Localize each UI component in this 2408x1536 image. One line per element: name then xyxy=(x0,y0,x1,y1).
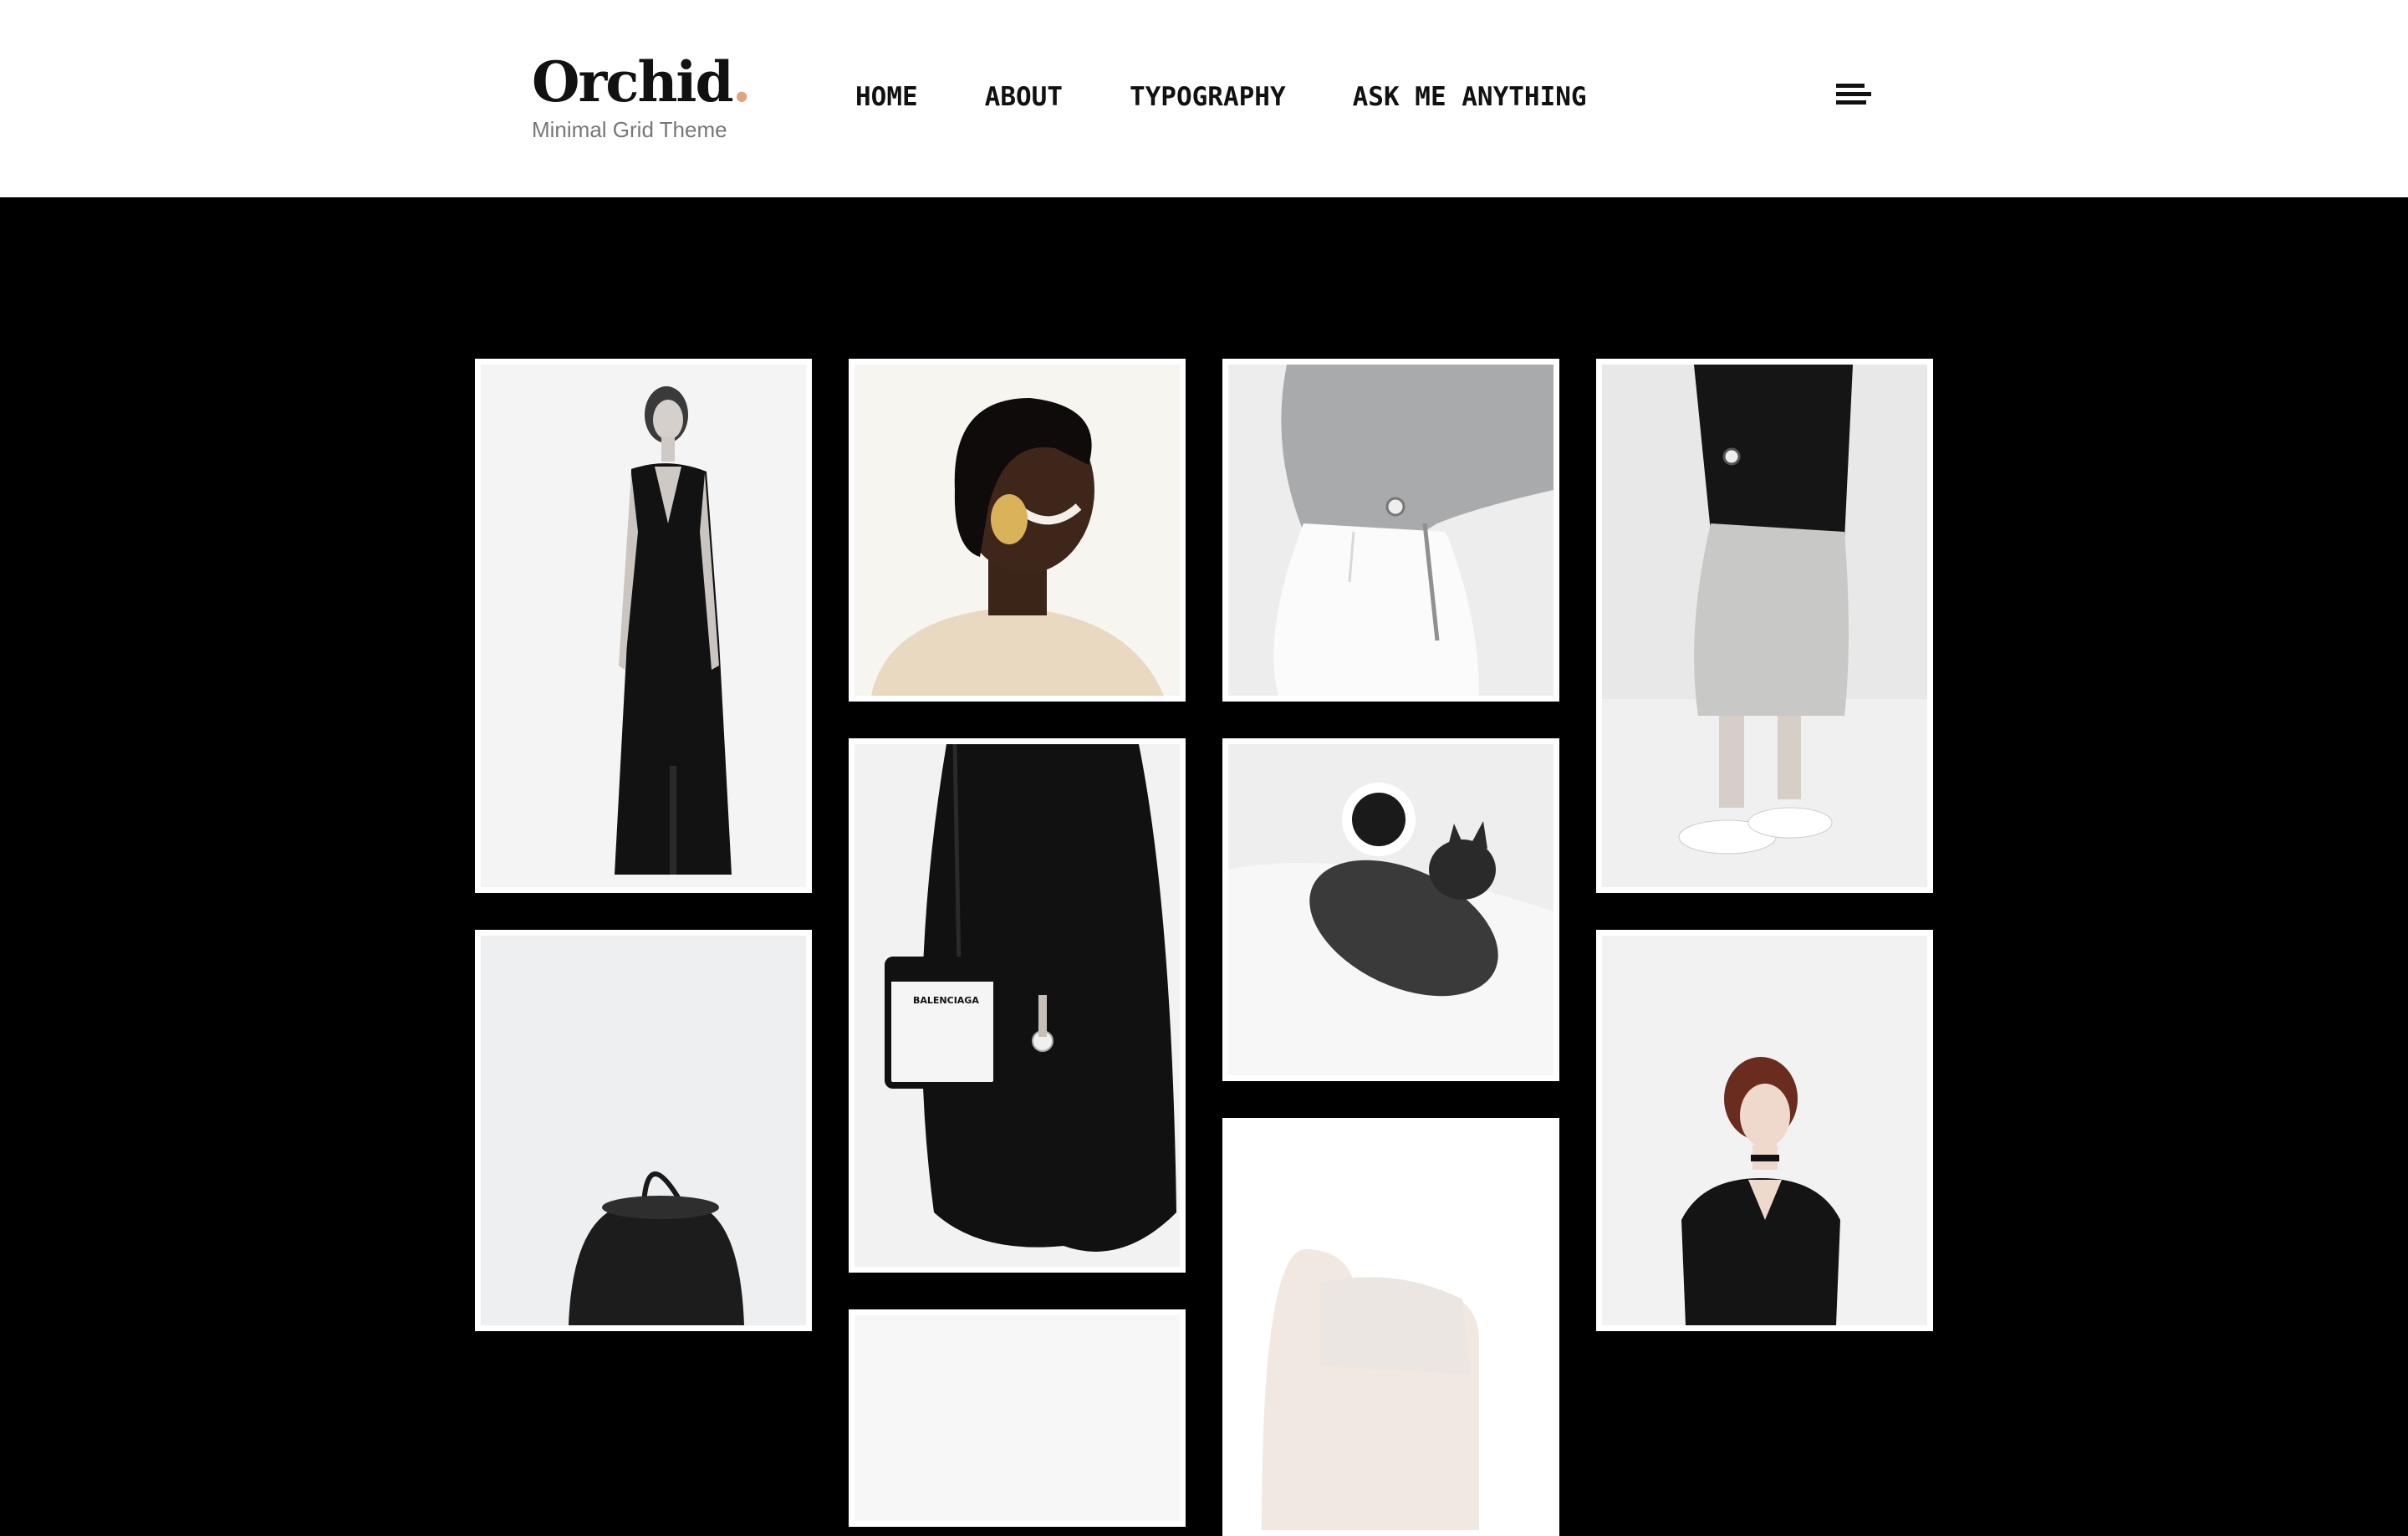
photo-grid: BALENCIAGA xyxy=(0,197,2408,1536)
hand-knit-sleeve-photo xyxy=(1228,1124,1553,1530)
cat-coffee-photo xyxy=(1228,744,1553,1075)
gallery-item[interactable] xyxy=(849,359,1186,702)
woman-gold-earring-photo xyxy=(855,365,1180,696)
white-culottes-sneakers-photo xyxy=(1602,365,1927,887)
brand[interactable]: Orchid. Minimal Grid Theme xyxy=(532,48,752,143)
site-header: Orchid. Minimal Grid Theme HOME ABOUT TY… xyxy=(0,0,2408,197)
grey-sweater-white-jeans-photo xyxy=(1228,365,1553,696)
partial-photo xyxy=(855,1315,1180,1521)
nav-item-home[interactable]: HOME xyxy=(855,80,918,114)
nav-item-ask-me-anything[interactable]: ASK ME ANYTHING xyxy=(1353,80,1587,114)
black-bucket-bag-photo xyxy=(481,936,806,1325)
nav-item-about[interactable]: ABOUT xyxy=(985,80,1063,114)
site-logo[interactable]: Orchid. xyxy=(532,48,752,115)
gallery-item[interactable] xyxy=(1222,738,1559,1081)
svg-text:BALENCIAGA: BALENCIAGA xyxy=(913,995,979,1006)
gallery-item[interactable] xyxy=(849,1309,1186,1527)
menu-lines-icon[interactable] xyxy=(1836,84,1871,112)
black-coat-bag-photo: BALENCIAGA xyxy=(855,744,1180,1267)
woman-black-tshirt-photo xyxy=(1602,936,1927,1325)
gallery-item[interactable] xyxy=(1222,359,1559,702)
gallery-item[interactable] xyxy=(1222,1118,1559,1536)
gallery-item[interactable]: BALENCIAGA xyxy=(849,738,1186,1273)
gallery-item[interactable] xyxy=(1596,359,1933,893)
main-nav: HOME ABOUT TYPOGRAPHY ASK ME ANYTHING xyxy=(855,80,1654,114)
woman-black-dress-photo xyxy=(481,365,806,887)
gallery-item[interactable] xyxy=(475,359,812,893)
logo-dot: . xyxy=(732,49,752,115)
gallery-item[interactable] xyxy=(1596,930,1933,1331)
site-tagline: Minimal Grid Theme xyxy=(532,117,727,142)
nav-item-typography[interactable]: TYPOGRAPHY xyxy=(1130,80,1286,114)
gallery-item[interactable] xyxy=(475,930,812,1331)
